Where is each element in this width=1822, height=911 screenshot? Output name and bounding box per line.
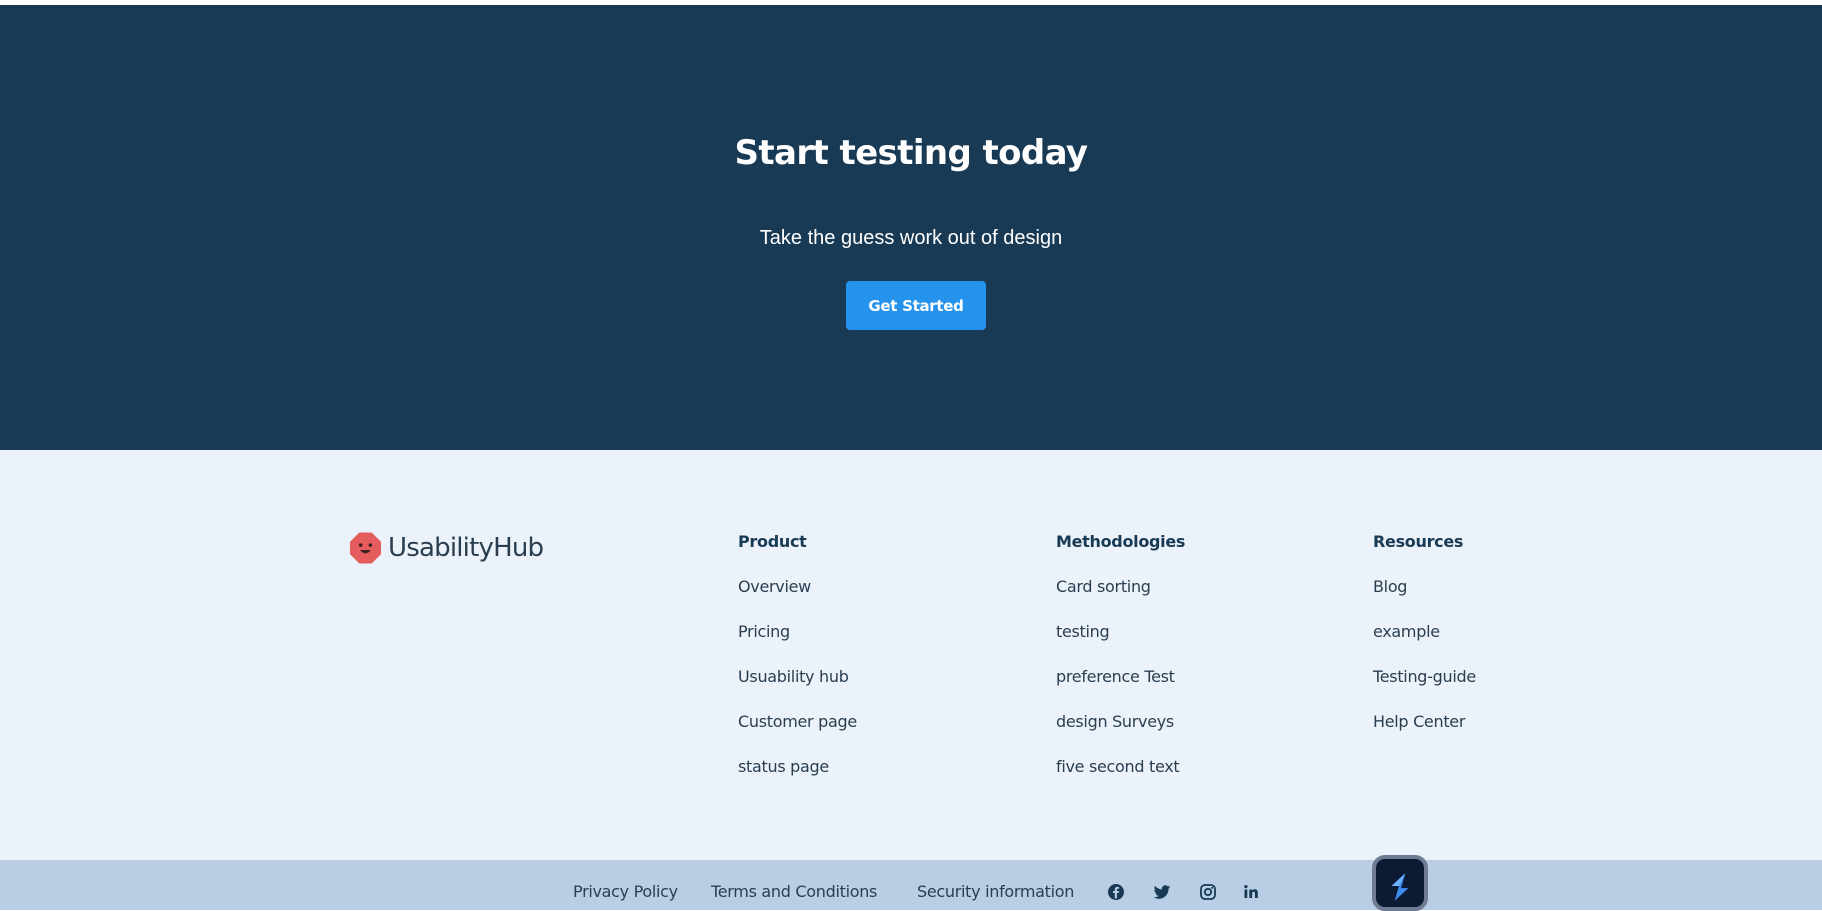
security-information-link[interactable]: Security information (917, 882, 1074, 902)
list-item: preference Test (1056, 665, 1185, 689)
footer-link-usuability-hub[interactable]: Usuability hub (738, 667, 849, 686)
footer-link-design-surveys[interactable]: design Surveys (1056, 712, 1174, 731)
footer-link-blog[interactable]: Blog (1373, 577, 1407, 596)
footer: UsabilityHub Product Overview Pricing Us… (0, 450, 1822, 860)
column-heading: Product (738, 532, 807, 551)
list-item: Usuability hub (738, 665, 857, 689)
list-item: Help Center (1373, 710, 1476, 734)
footer-column-product: Product Overview Pricing Usuability hub … (738, 530, 857, 779)
footer-column-methodologies: Methodologies Card sorting testing prefe… (1056, 530, 1185, 779)
link-list: Blog example Testing-guide Help Center (1373, 575, 1476, 734)
bottom-bar: Privacy Policy Terms and Conditions Secu… (0, 860, 1822, 910)
usabilityhub-logo-icon (350, 532, 381, 564)
privacy-policy-link[interactable]: Privacy Policy (573, 882, 678, 902)
footer-link-five-second-text[interactable]: five second text (1056, 757, 1180, 776)
list-item: status page (738, 755, 857, 779)
list-item: Customer page (738, 710, 857, 734)
footer-column-resources: Resources Blog example Testing-guide Hel… (1373, 530, 1476, 734)
list-item: example (1373, 620, 1476, 644)
brand-name: UsabilityHub (388, 533, 544, 563)
column-heading: Methodologies (1056, 532, 1186, 551)
list-item: five second text (1056, 755, 1185, 779)
list-item: design Surveys (1056, 710, 1185, 734)
list-item: Pricing (738, 620, 857, 644)
list-item: testing (1056, 620, 1185, 644)
list-item: Testing-guide (1373, 665, 1476, 689)
link-list: Overview Pricing Usuability hub Customer… (738, 575, 857, 779)
link-list: Card sorting testing preference Test des… (1056, 575, 1185, 779)
footer-link-status-page[interactable]: status page (738, 757, 829, 776)
cta-subtitle: Take the guess work out of design (759, 227, 1063, 249)
footer-link-example[interactable]: example (1373, 622, 1440, 641)
footer-link-help-center[interactable]: Help Center (1373, 712, 1465, 731)
footer-link-preference-test[interactable]: preference Test (1056, 667, 1175, 686)
footer-link-overview[interactable]: Overview (738, 577, 811, 596)
list-item: Overview (738, 575, 857, 599)
get-started-button[interactable]: Get Started (846, 281, 986, 330)
footer-link-testing[interactable]: testing (1056, 622, 1110, 641)
stackblitz-widget-button[interactable] (1372, 855, 1428, 911)
cta-section: Start testing today Take the guess work … (0, 5, 1822, 450)
brand-link[interactable]: UsabilityHub (350, 531, 544, 565)
footer-link-testing-guide[interactable]: Testing-guide (1373, 667, 1476, 686)
instagram-icon[interactable] (1198, 882, 1218, 902)
list-item: Card sorting (1056, 575, 1185, 599)
footer-link-customer-page[interactable]: Customer page (738, 712, 857, 731)
list-item: Blog (1373, 575, 1476, 599)
linkedin-icon[interactable] (1241, 882, 1261, 902)
footer-link-card-sorting[interactable]: Card sorting (1056, 577, 1151, 596)
twitter-icon[interactable] (1152, 882, 1172, 902)
footer-link-pricing[interactable]: Pricing (738, 622, 790, 641)
terms-and-conditions-link[interactable]: Terms and Conditions (711, 882, 877, 902)
cta-title: Start testing today (734, 133, 1089, 173)
stackblitz-bolt-icon (1391, 872, 1409, 901)
column-heading: Resources (1373, 532, 1464, 551)
facebook-icon[interactable] (1106, 882, 1126, 902)
